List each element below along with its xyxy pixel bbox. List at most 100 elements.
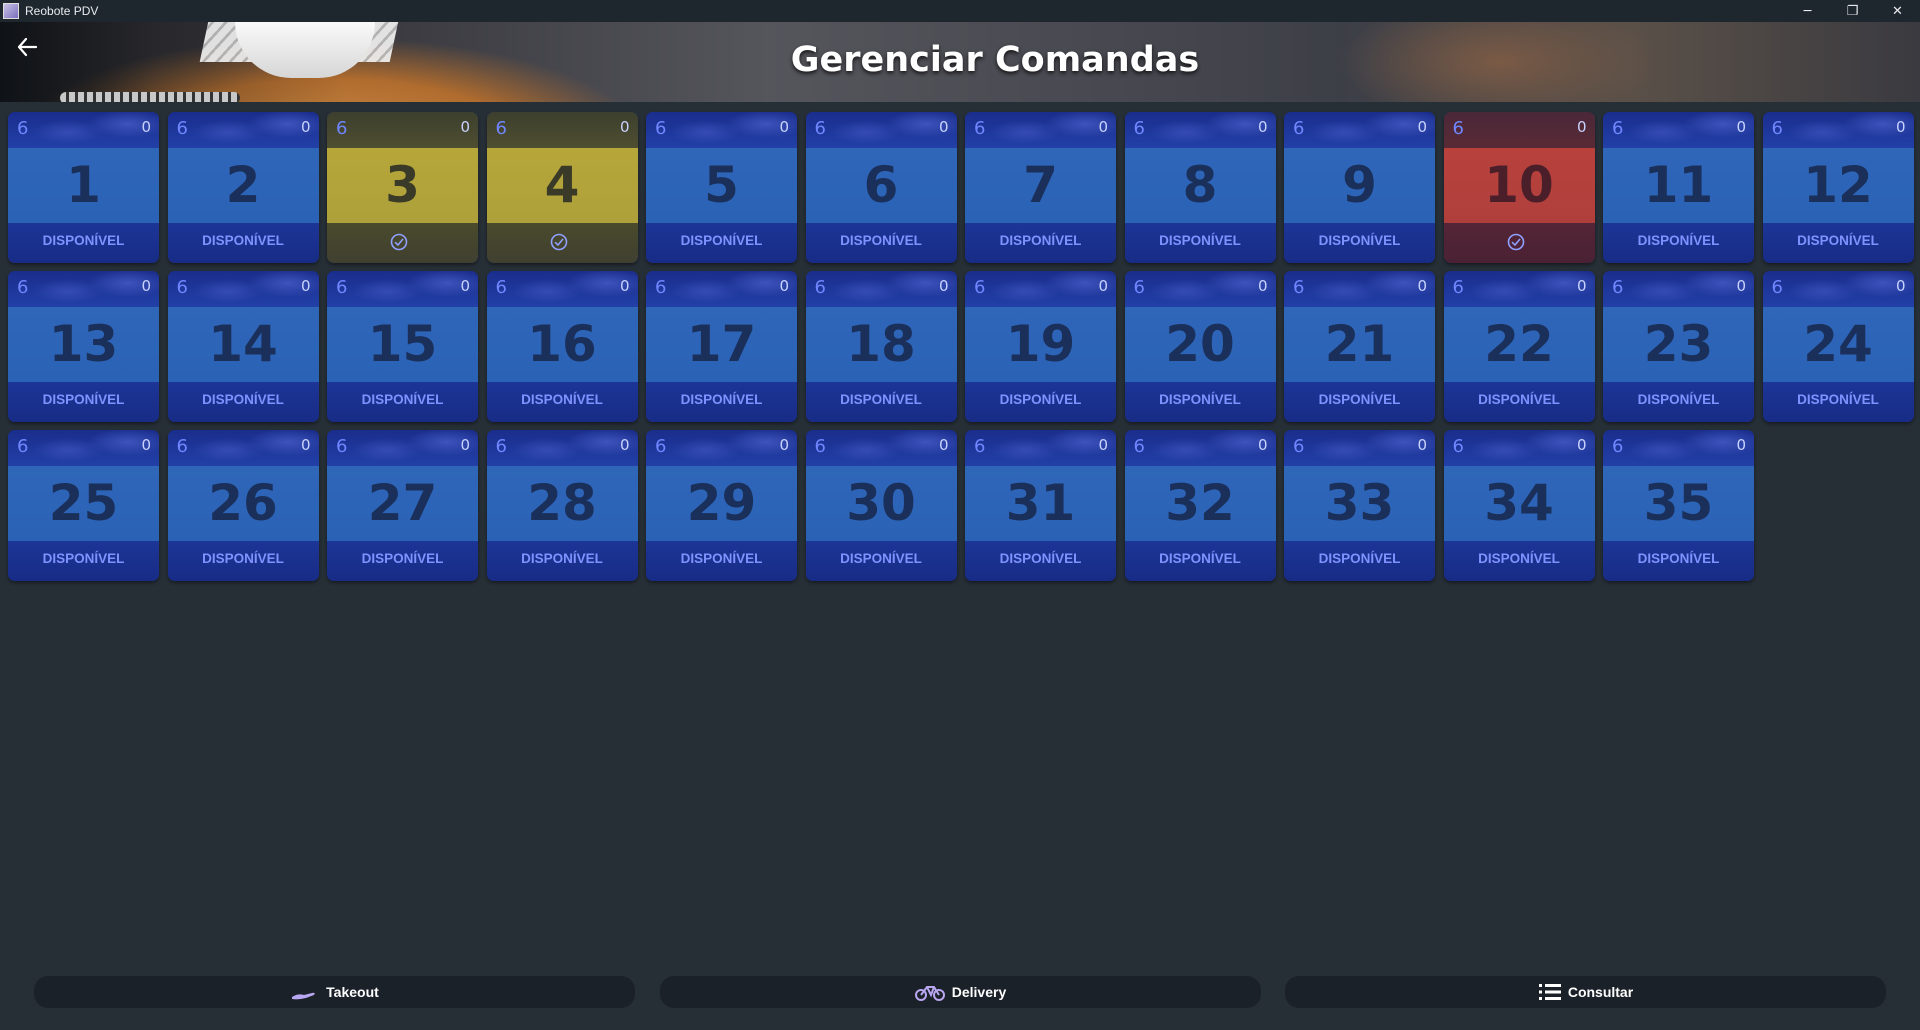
tile-seats: 6	[1133, 277, 1145, 298]
tile-number: 28	[527, 474, 597, 532]
comanda-tile-13[interactable]: 6 0 13 DISPONÍVEL	[8, 271, 159, 422]
tile-top	[486, 112, 638, 148]
restore-button[interactable]: ❐	[1830, 0, 1875, 22]
tile-top	[167, 112, 319, 148]
tile-seats: 6	[1612, 277, 1624, 298]
app-icon	[3, 3, 19, 19]
comanda-tile-19[interactable]: 6 0 19 DISPONÍVEL	[965, 271, 1116, 422]
tile-status: DISPONÍVEL	[1318, 233, 1401, 248]
tile-count: 0	[300, 118, 311, 136]
comanda-tile-24[interactable]: 6 0 24 DISPONÍVEL	[1762, 271, 1914, 422]
tile-seats: 6	[1612, 118, 1624, 139]
comanda-tile-15[interactable]: 6 0 15 DISPONÍVEL	[327, 271, 478, 422]
comanda-tile-20[interactable]: 6 0 20 DISPONÍVEL	[1124, 271, 1276, 422]
comanda-tile-2[interactable]: 6 0 2 DISPONÍVEL	[167, 112, 319, 263]
comanda-tile-21[interactable]: 6 0 21 DISPONÍVEL	[1284, 271, 1435, 422]
tile-count: 0	[460, 277, 470, 295]
minimize-button[interactable]: ─	[1785, 0, 1830, 22]
tile-seats: 6	[814, 277, 826, 298]
comanda-tile-28[interactable]: 6 0 28 DISPONÍVEL	[486, 430, 638, 581]
tile-status: DISPONÍVEL	[840, 233, 922, 248]
comanda-tile-34[interactable]: 6 0 34 DISPONÍVEL	[1443, 430, 1595, 581]
delivery-button[interactable]: Delivery	[659, 976, 1261, 1008]
tile-number: 19	[1005, 315, 1076, 373]
tile-status: DISPONÍVEL	[202, 233, 284, 248]
comanda-tile-16[interactable]: 6 0 16 DISPONÍVEL	[486, 271, 638, 422]
comanda-tile-31[interactable]: 6 0 31 DISPONÍVEL	[965, 430, 1116, 581]
tile-status: DISPONÍVEL	[202, 551, 284, 566]
tile-seats: 6	[17, 118, 29, 139]
close-button[interactable]: ✕	[1875, 0, 1920, 22]
tile-count: 0	[1895, 118, 1906, 136]
tile-number: 29	[686, 474, 757, 532]
comanda-tile-11[interactable]: 6 0 11 DISPONÍVEL	[1603, 112, 1754, 263]
tile-top	[1284, 430, 1435, 466]
comanda-tile-17[interactable]: 6 0 17 DISPONÍVEL	[646, 271, 797, 422]
comanda-tile-9[interactable]: 6 0 9 DISPONÍVEL	[1284, 112, 1435, 263]
tile-top	[1124, 430, 1276, 466]
tile-number: 6	[863, 156, 899, 214]
tile-status: DISPONÍVEL	[42, 233, 125, 248]
tile-top	[965, 271, 1116, 307]
comanda-tile-18[interactable]: 6 0 18 DISPONÍVEL	[805, 271, 957, 422]
comanda-tile-27[interactable]: 6 0 27 DISPONÍVEL	[327, 430, 478, 581]
tile-top	[1762, 271, 1914, 307]
tile-top	[327, 271, 478, 307]
tile-number: 26	[208, 474, 278, 532]
comanda-tile-10[interactable]: 6 0 10	[1443, 112, 1595, 263]
tile-status: DISPONÍVEL	[361, 551, 444, 566]
comanda-tile-12[interactable]: 6 0 12 DISPONÍVEL	[1762, 112, 1914, 263]
takeout-button[interactable]: Takeout	[34, 976, 635, 1008]
list-icon	[1538, 984, 1561, 1000]
consultar-label: Consultar	[1567, 984, 1634, 1000]
comanda-tile-1[interactable]: 6 0 1 DISPONÍVEL	[8, 112, 159, 263]
tile-count: 0	[1098, 436, 1108, 454]
tile-top	[167, 430, 319, 466]
tile-seats: 6	[17, 277, 29, 298]
tile-seats: 6	[495, 436, 507, 457]
tile-status: DISPONÍVEL	[1637, 551, 1720, 566]
comanda-tile-14[interactable]: 6 0 14 DISPONÍVEL	[167, 271, 319, 422]
tile-seats: 6	[974, 277, 986, 298]
takeout-label: Takeout	[326, 984, 379, 1000]
comanda-tile-3[interactable]: 6 0 3	[327, 112, 478, 263]
tile-status: DISPONÍVEL	[840, 551, 922, 566]
comanda-tile-32[interactable]: 6 0 32 DISPONÍVEL	[1124, 430, 1276, 581]
tile-number: 27	[367, 474, 438, 532]
page-title: Gerenciar Comandas	[790, 40, 1200, 80]
tile-status: DISPONÍVEL	[1637, 233, 1720, 248]
tile-seats: 6	[1293, 118, 1305, 139]
comanda-tile-29[interactable]: 6 0 29 DISPONÍVEL	[646, 430, 797, 581]
comanda-tile-25[interactable]: 6 0 25 DISPONÍVEL	[8, 430, 159, 581]
tile-count: 0	[1576, 436, 1587, 454]
tile-count: 0	[300, 436, 311, 454]
consultar-button[interactable]: Consultar	[1285, 976, 1886, 1008]
tile-seats: 6	[814, 436, 826, 457]
comanda-tile-23[interactable]: 6 0 23 DISPONÍVEL	[1603, 271, 1754, 422]
tile-status: DISPONÍVEL	[521, 551, 603, 566]
comanda-tile-33[interactable]: 6 0 33 DISPONÍVEL	[1284, 430, 1435, 581]
tile-status: DISPONÍVEL	[1159, 551, 1241, 566]
tile-count: 0	[460, 436, 470, 454]
comanda-tile-30[interactable]: 6 0 30 DISPONÍVEL	[805, 430, 957, 581]
comanda-tile-4[interactable]: 6 0 4	[486, 112, 638, 263]
tile-seats: 6	[1452, 118, 1464, 139]
title-bar: Reobote PDV ─ ❐ ✕	[0, 0, 1920, 22]
tile-top	[965, 112, 1116, 148]
comanda-tile-7[interactable]: 6 0 7 DISPONÍVEL	[965, 112, 1116, 263]
tile-seats: 6	[495, 277, 507, 298]
comanda-tile-5[interactable]: 6 0 5 DISPONÍVEL	[646, 112, 797, 263]
comanda-tile-22[interactable]: 6 0 22 DISPONÍVEL	[1443, 271, 1595, 422]
tile-count: 0	[1417, 277, 1427, 295]
check-circle-icon	[1507, 233, 1524, 251]
tile-top	[1443, 112, 1595, 148]
tile-count: 0	[1098, 277, 1108, 295]
comanda-tile-8[interactable]: 6 0 8 DISPONÍVEL	[1124, 112, 1276, 263]
tile-top	[486, 430, 638, 466]
tile-seats: 6	[176, 118, 188, 139]
comanda-tile-26[interactable]: 6 0 26 DISPONÍVEL	[167, 430, 319, 581]
tile-status: DISPONÍVEL	[202, 392, 284, 407]
tile-number: 30	[846, 474, 916, 532]
comanda-tile-35[interactable]: 6 0 35 DISPONÍVEL	[1603, 430, 1754, 581]
comanda-tile-6[interactable]: 6 0 6 DISPONÍVEL	[805, 112, 957, 263]
